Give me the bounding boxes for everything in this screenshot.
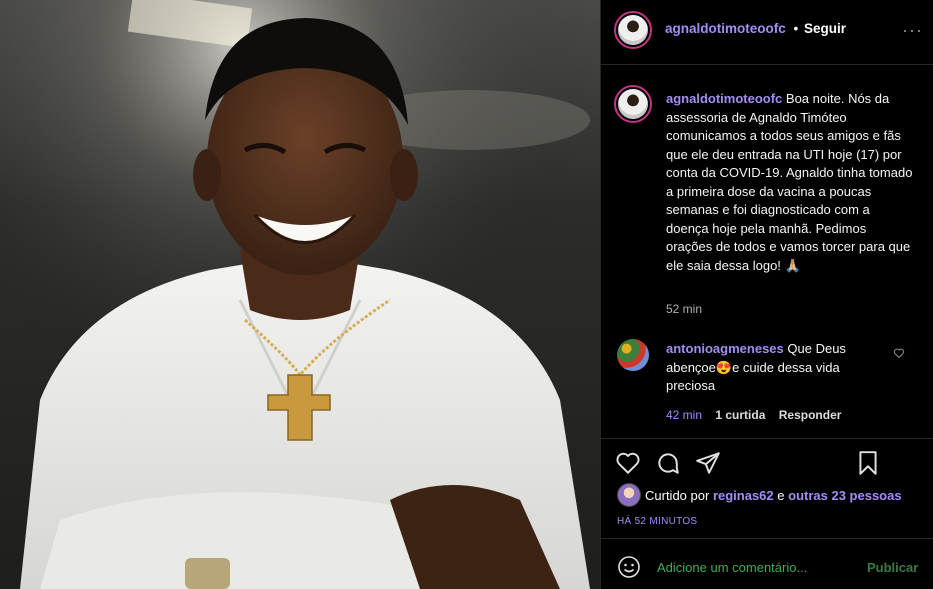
bookmark-icon[interactable]	[855, 450, 881, 481]
follow-button[interactable]: Seguir	[804, 21, 846, 36]
commenter-username[interactable]: antonioagmeneses	[666, 341, 784, 356]
caption-text-block: agnaldotimoteoofc Boa noite. Nós da asse…	[666, 90, 916, 275]
comment-icon[interactable]	[655, 450, 681, 481]
emoji-icon[interactable]	[617, 555, 641, 584]
reply-button[interactable]: Responder	[779, 408, 842, 422]
header-divider	[601, 64, 933, 65]
post-photo[interactable]	[0, 0, 600, 589]
comment-meta: 42 min 1 curtida Responder	[666, 408, 841, 422]
comment-heart-icon[interactable]	[893, 346, 905, 364]
likes-others-link[interactable]: outras 23 pessoas	[788, 488, 901, 503]
post-timestamp[interactable]: HÁ 52 MINUTOS	[617, 516, 697, 527]
comment-input[interactable]: Adicione um comentário...	[657, 560, 807, 575]
post-sidebar: agnaldotimoteoofc • Seguir ··· agnaldoti…	[600, 0, 933, 589]
liker-avatar[interactable]	[617, 483, 641, 507]
likes-conj: e	[777, 488, 785, 503]
photo-illustration	[0, 0, 600, 589]
ellipsis-icon[interactable]: ···	[902, 20, 923, 41]
caption-text: Boa noite. Nós da assessoria de Agnaldo …	[666, 91, 913, 273]
likes-prefix: Curtido por	[645, 488, 710, 503]
author-avatar[interactable]	[614, 11, 652, 49]
post-comment-button[interactable]: Publicar	[867, 560, 918, 575]
caption-time[interactable]: 52 min	[666, 302, 702, 316]
post-header: agnaldotimoteoofc • Seguir	[665, 21, 933, 36]
commenter-avatar[interactable]	[617, 339, 649, 371]
caption-username[interactable]: agnaldotimoteoofc	[666, 91, 782, 106]
liker-username[interactable]: reginas62	[713, 488, 774, 503]
author-username[interactable]: agnaldotimoteoofc	[665, 21, 786, 36]
comment-divider	[601, 538, 933, 539]
heart-icon[interactable]	[615, 450, 641, 481]
likes-summary: Curtido por reginas62 e outras 23 pessoa…	[645, 488, 902, 503]
comment-time[interactable]: 42 min	[666, 408, 702, 422]
share-icon[interactable]	[695, 450, 721, 481]
caption-avatar[interactable]	[614, 85, 652, 123]
avatar-image	[618, 89, 648, 119]
comment-likes[interactable]: 1 curtida	[715, 408, 765, 422]
header-separator: •	[793, 21, 799, 36]
actions-divider	[601, 438, 933, 439]
avatar-image	[618, 15, 648, 45]
comment-text-block: antonioagmeneses Que Deus abençoe😍e cuid…	[666, 340, 886, 396]
